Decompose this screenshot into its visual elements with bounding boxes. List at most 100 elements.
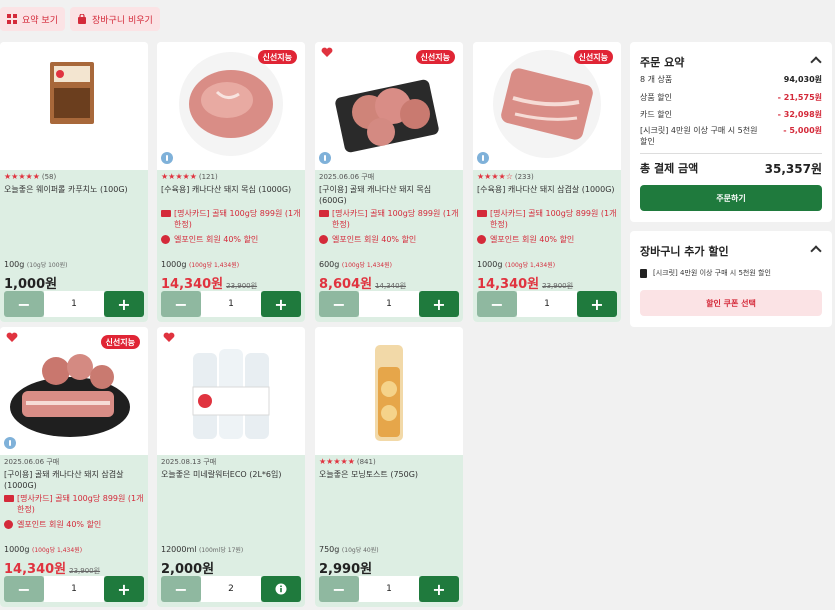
quantity-value[interactable]: 1	[359, 291, 419, 317]
original-price: 23,900원	[226, 282, 258, 290]
product-card: 2025.08.13 구매 오늘좋은 미네랄워터ECO (2L*6입) 1200…	[157, 327, 305, 607]
product-card: ★★★★★ (841) 오늘좋은 모닝토스트 (750G) 750g (10g당 …	[315, 327, 463, 607]
extra-discount-title: 장바구니 추가 할인	[640, 245, 729, 258]
quantity-stepper: − 1 +	[319, 576, 459, 602]
review-count: (233)	[514, 173, 534, 181]
quantity-stepper: − 1 +	[161, 291, 301, 317]
product-price: 14,340원 23,900원	[161, 277, 258, 292]
decrease-button[interactable]: −	[319, 291, 359, 317]
quantity-value[interactable]: 1	[44, 576, 104, 602]
quantity-value[interactable]: 1	[359, 576, 419, 602]
decrease-button[interactable]: −	[161, 291, 201, 317]
product-name[interactable]: 오늘좋은 미네랄워터ECO (2L*6입)	[161, 469, 301, 480]
card-icon	[161, 210, 171, 217]
card-promo: [명사카드] 골돼 100g당 899원 (1개 한정)	[4, 493, 144, 515]
review-count: (841)	[356, 458, 376, 466]
rating-stars: ★★★★☆ (233)	[477, 172, 534, 181]
product-name[interactable]: [수육용] 캐나다산 돼지 목심 (1000G)	[161, 184, 301, 195]
purchase-date: 2025.06.06 구매	[4, 458, 60, 466]
original-price: 23,900원	[69, 567, 101, 575]
lpoint-icon	[477, 235, 486, 244]
product-name[interactable]: 오늘좋은 모닝토스트 (750G)	[319, 469, 459, 480]
chevron-up-icon[interactable]	[810, 56, 822, 68]
summary-divider	[640, 153, 822, 154]
review-count: (121)	[198, 173, 218, 181]
unit-info: 1000g (100g당 1,434원)	[161, 260, 240, 269]
original-price: 23,900원	[542, 282, 574, 290]
cold-storage-icon	[477, 152, 489, 164]
heart-icon[interactable]	[163, 332, 175, 343]
product-info: ★★★★★ (121) [수육용] 캐나다산 돼지 목심 (1000G) [명사카…	[157, 170, 305, 322]
product-price: 2,990원	[319, 562, 373, 577]
unit-info: 750g (10g당 40원)	[319, 545, 379, 554]
card-promo: [명사카드] 골돼 100g당 899원 (1개 한정)	[161, 208, 301, 230]
point-promo: 엘포인트 회원 40% 할인	[319, 234, 459, 245]
fresh-badge: 신선지능	[100, 335, 140, 349]
product-image	[0, 42, 148, 170]
increase-button[interactable]: +	[104, 291, 144, 317]
unit-info: 100g (10g당 100원)	[4, 260, 68, 269]
decrease-button[interactable]: −	[477, 291, 517, 317]
coupon-info: [시크릿] 4만원 이상 구매 시 5천원 할인	[640, 268, 771, 278]
fresh-badge: 신선지능	[257, 50, 297, 64]
quantity-value[interactable]: 1	[517, 291, 577, 317]
rating-stars: ★★★★★ (841)	[319, 457, 376, 466]
product-card: ★★★★★ (58) 오늘좋은 웨이퍼롤 카푸치노 (100G) 100g (10…	[0, 42, 148, 322]
clear-cart-button[interactable]: 장바구니 비우기	[70, 7, 160, 31]
cart-toolbar: 요약 보기 장바구니 비우기	[0, 0, 835, 38]
product-price: 2,000원	[161, 562, 215, 577]
product-info: ★★★★★ (58) 오늘좋은 웨이퍼롤 카푸치노 (100G) 100g (10…	[0, 170, 148, 322]
quantity-stepper: − 2	[161, 576, 301, 602]
order-summary-panel: 주문 요약 8 개 상품 94,030원 상품 할인 - 21,575원 카드 할인…	[630, 42, 832, 222]
lpoint-icon	[319, 235, 328, 244]
order-button[interactable]: 주문하기	[640, 185, 822, 211]
product-name[interactable]: [수육용] 캐나다산 돼지 삼겹살 (1000G)	[477, 184, 617, 195]
heart-icon[interactable]	[6, 332, 18, 343]
unit-info: 12000ml (100ml당 17원)	[161, 545, 244, 554]
info-button[interactable]	[261, 576, 301, 602]
quantity-stepper: − 1 +	[319, 291, 459, 317]
decrease-button[interactable]: −	[4, 291, 44, 317]
product-card: 신선지능 ★★★★★ (121) [수육용] 캐나다산 돼지 목심 (1000G)…	[157, 42, 305, 322]
product-price: 8,604원 14,340원	[319, 277, 407, 292]
summary-row-product-discount: 상품 할인 - 21,575원	[640, 93, 822, 102]
decrease-button[interactable]: −	[161, 576, 201, 602]
original-price: 14,340원	[375, 282, 407, 290]
product-card: 신선지능 ★★★★☆ (233) [수육용] 캐나다산 돼지 삼겹살 (1000G…	[473, 42, 621, 322]
coupon-select-button[interactable]: 할인 쿠폰 선택	[640, 290, 822, 316]
increase-button[interactable]: +	[419, 291, 459, 317]
summary-row-secret-discount: [시크릿] 4만원 이상 구매 시 5천원 할인 - 5,000원	[640, 126, 822, 146]
summary-total: 총 결제 금액 35,357원	[640, 160, 822, 177]
quantity-value[interactable]: 1	[201, 291, 261, 317]
increase-button[interactable]: +	[419, 576, 459, 602]
quantity-value[interactable]: 1	[44, 291, 104, 317]
product-card: 신선지능 2025.06.06 구매 [구이용] 골돼 캐나다산 돼지 삼겹살 …	[0, 327, 148, 607]
cold-storage-icon	[319, 152, 331, 164]
rating-stars: ★★★★★ (121)	[161, 172, 218, 181]
fresh-badge: 신선지능	[415, 50, 455, 64]
increase-button[interactable]: +	[261, 291, 301, 317]
decrease-button[interactable]: −	[319, 576, 359, 602]
card-icon	[319, 210, 329, 217]
product-name[interactable]: [구이용] 골돼 캐나다산 돼지 삼겹살 (1000G)	[4, 469, 144, 491]
product-info: ★★★★★ (841) 오늘좋은 모닝토스트 (750G) 750g (10g당 …	[315, 455, 463, 607]
summary-row-items: 8 개 상품 94,030원	[640, 75, 822, 84]
product-name[interactable]: [구이용] 골돼 캐나다산 돼지 목심 (600G)	[319, 184, 459, 206]
summary-button-label: 요약 보기	[22, 15, 58, 26]
quantity-stepper: − 1 +	[4, 291, 144, 317]
increase-button[interactable]: +	[104, 576, 144, 602]
increase-button[interactable]: +	[577, 291, 617, 317]
product-name[interactable]: 오늘좋은 웨이퍼롤 카푸치노 (100G)	[4, 184, 144, 195]
product-image	[315, 327, 463, 455]
total-value: 35,357원	[764, 162, 822, 176]
summary-row-card-discount: 카드 할인 - 32,098원	[640, 110, 822, 119]
product-info: 2025.06.06 구매 [구이용] 골돼 캐나다산 돼지 삼겹살 (1000…	[0, 455, 148, 607]
heart-icon[interactable]	[321, 47, 333, 58]
coupon-icon	[640, 268, 647, 278]
chevron-up-icon[interactable]	[810, 245, 822, 257]
summary-button[interactable]: 요약 보기	[0, 7, 65, 31]
decrease-button[interactable]: −	[4, 576, 44, 602]
lpoint-icon	[4, 520, 13, 529]
quantity-value[interactable]: 2	[201, 576, 261, 602]
product-info: ★★★★☆ (233) [수육용] 캐나다산 돼지 삼겹살 (1000G) [명사…	[473, 170, 621, 322]
